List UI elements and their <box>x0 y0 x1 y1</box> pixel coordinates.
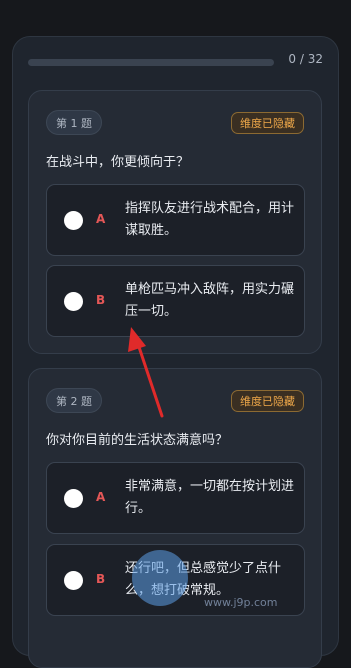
option-text: 单枪匹马冲入敌阵，用实力碾压一切。 <box>125 282 295 319</box>
option-text: 还行吧，但总感觉少了点什么，想打破常规。 <box>125 561 282 598</box>
radio-button[interactable] <box>64 489 83 508</box>
option-b[interactable]: B 还行吧，但总感觉少了点什么，想打破常规。 <box>46 544 305 616</box>
progress-bar <box>28 59 274 66</box>
radio-button[interactable] <box>64 292 83 311</box>
progress-counter: 0 / 32 <box>288 52 323 66</box>
option-letter: B <box>96 293 106 307</box>
option-text: 非常满意，一切都在按计划进行。 <box>125 479 295 516</box>
question-number-badge: 第 1 题 <box>46 110 102 135</box>
radio-button[interactable] <box>64 571 83 590</box>
question-card-2: 第 2 题 维度已隐藏 你对你目前的生活状态满意吗？ A 非常满意，一切都在按计… <box>28 368 322 668</box>
option-b[interactable]: B 单枪匹马冲入敌阵，用实力碾压一切。 <box>46 265 305 337</box>
option-text: 指挥队友进行战术配合，用计谋取胜。 <box>125 201 295 238</box>
dimension-hidden-badge: 维度已隐藏 <box>231 112 304 134</box>
option-letter: B <box>96 572 106 586</box>
dimension-hidden-badge: 维度已隐藏 <box>231 390 304 412</box>
option-letter: A <box>96 490 106 504</box>
option-a[interactable]: A 非常满意，一切都在按计划进行。 <box>46 462 305 534</box>
question-text: 在战斗中，你更倾向于？ <box>46 155 190 170</box>
option-a[interactable]: A 指挥队友进行战术配合，用计谋取胜。 <box>46 184 305 256</box>
question-text: 你对你目前的生活状态满意吗？ <box>46 433 229 448</box>
question-number-badge: 第 2 题 <box>46 388 102 413</box>
radio-button[interactable] <box>64 211 83 230</box>
question-card-1: 第 1 题 维度已隐藏 在战斗中，你更倾向于？ A 指挥队友进行战术配合，用计谋… <box>28 90 322 354</box>
option-letter: A <box>96 212 106 226</box>
